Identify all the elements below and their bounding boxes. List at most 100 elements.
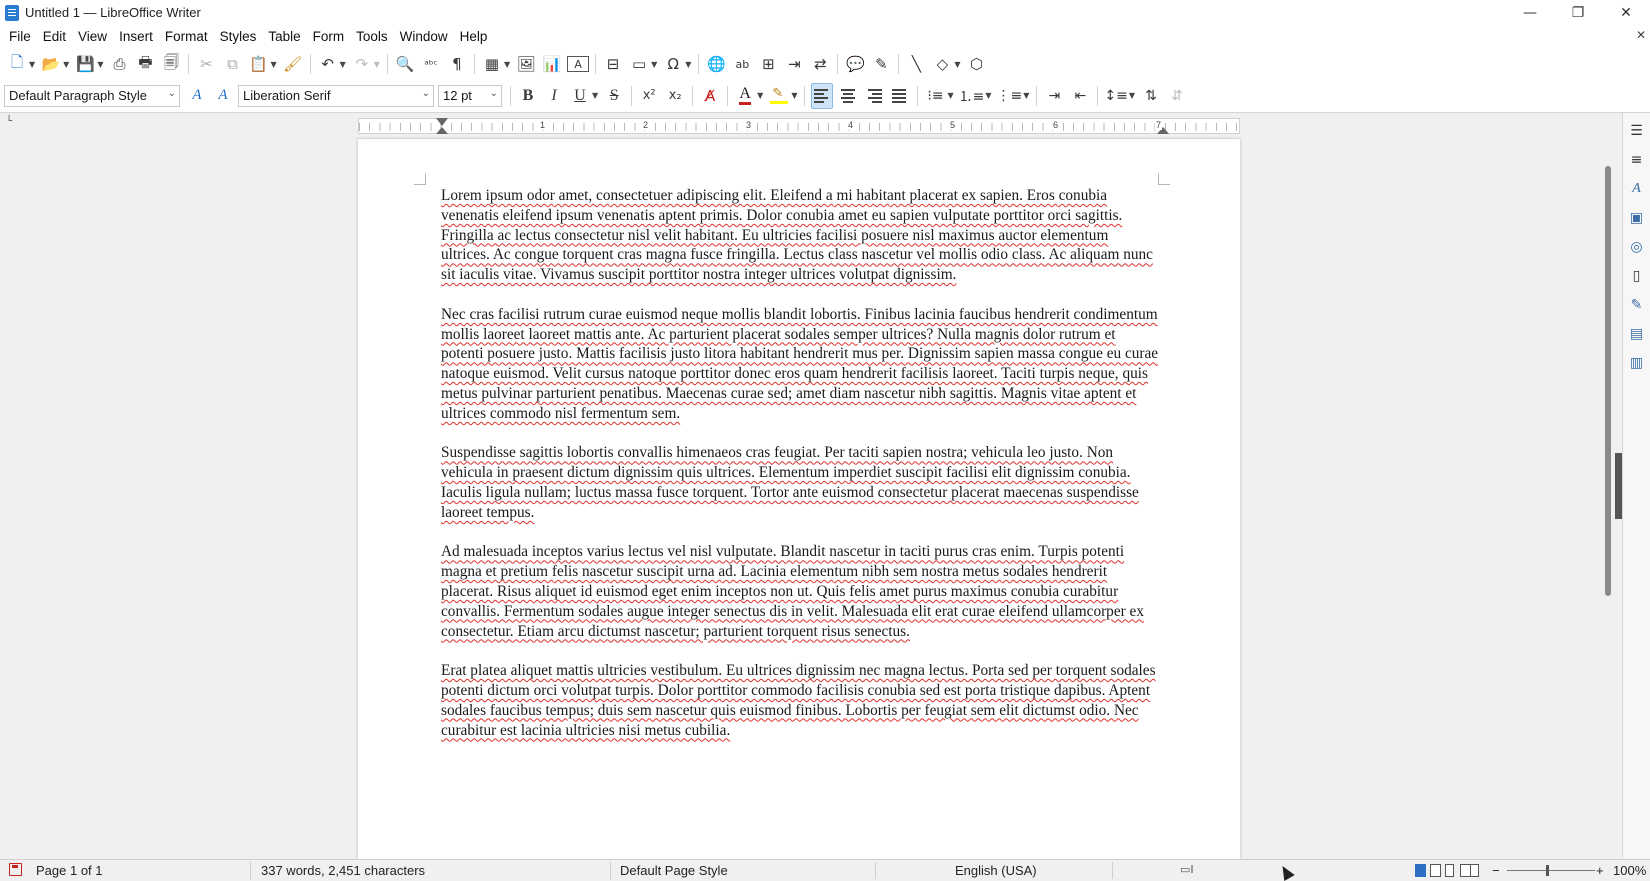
zoom-in-button[interactable]: + <box>1596 863 1604 878</box>
strikethrough-button[interactable]: S <box>603 83 625 109</box>
new-dropdown-icon[interactable]: ▼ <box>29 60 35 69</box>
special-character-icon[interactable]: Ω <box>662 51 684 77</box>
zoom-out-button[interactable]: − <box>1492 863 1500 878</box>
copy-icon[interactable]: ⧉ <box>221 51 243 77</box>
zoom-slider[interactable] <box>1507 870 1595 871</box>
insert-textbox-icon[interactable]: A <box>567 56 590 72</box>
update-style-icon[interactable]: A <box>186 83 208 109</box>
document-paragraph[interactable]: Erat platea aliquet mattis ultricies ves… <box>441 661 1161 740</box>
line-spacing-button[interactable]: ↕≡ <box>1104 83 1127 109</box>
new-document-icon[interactable]: 🗋 <box>6 51 28 77</box>
redo-icon[interactable]: ↷ <box>351 51 373 77</box>
align-left-button[interactable] <box>811 82 834 109</box>
bullet-list-dropdown-icon[interactable]: ▼ <box>947 91 953 100</box>
menu-window[interactable]: Window <box>394 25 454 49</box>
export-pdf-icon[interactable]: ⎙ <box>108 51 130 77</box>
endnote-icon[interactable]: ⊞ <box>757 51 779 77</box>
chevron-down-icon[interactable]: ⌄ <box>490 88 498 99</box>
field-dropdown-icon[interactable]: ▼ <box>651 60 657 69</box>
paste-icon[interactable]: 📋 <box>247 51 269 77</box>
save-dropdown-icon[interactable]: ▼ <box>97 60 103 69</box>
minimize-button[interactable]: — <box>1506 0 1554 25</box>
increase-indent-button[interactable]: ⇥ <box>1043 83 1065 109</box>
document-paragraph[interactable]: Ad malesuada inceptos varius lectus vel … <box>441 542 1161 641</box>
chevron-down-icon[interactable]: ⌄ <box>422 88 430 99</box>
highlight-dropdown-icon[interactable]: ▼ <box>791 91 797 100</box>
page-icon[interactable]: ▯ <box>1626 265 1648 287</box>
decrease-indent-button[interactable]: ⇤ <box>1069 83 1091 109</box>
menu-tools[interactable]: Tools <box>350 25 394 49</box>
ordered-list-button[interactable]: ⒈≡ <box>959 83 985 109</box>
menu-form[interactable]: Form <box>307 25 351 49</box>
first-line-indent-marker[interactable] <box>436 118 448 126</box>
new-style-icon[interactable]: A <box>212 83 234 109</box>
table-dropdown-icon[interactable]: ▼ <box>504 60 510 69</box>
properties-icon[interactable]: ≡ <box>1626 149 1648 171</box>
clone-formatting-icon[interactable]: 🖌 <box>282 51 304 77</box>
vertical-scrollbar[interactable] <box>1602 118 1612 858</box>
shapes-dropdown-icon[interactable]: ▼ <box>954 60 960 69</box>
save-icon[interactable]: 💾 <box>74 51 96 77</box>
clear-formatting-icon[interactable]: A̸ <box>699 83 721 109</box>
font-size-select[interactable]: 12 pt ⌄ <box>438 84 502 107</box>
language-status[interactable]: English (USA) <box>955 863 1037 878</box>
close-window-button[interactable]: ✕ <box>1602 0 1650 25</box>
insert-line-icon[interactable]: ╲ <box>905 51 927 77</box>
sidebar-menu-icon[interactable]: ☰ <box>1626 120 1648 142</box>
paragraph-style-select[interactable]: Default Paragraph Style ⌄ <box>4 84 180 107</box>
document-paragraph[interactable]: Suspendisse sagittis lobortis convallis … <box>441 443 1161 522</box>
subscript-button[interactable]: x₂ <box>664 83 686 109</box>
outline-dropdown-icon[interactable]: ▼ <box>1023 91 1029 100</box>
find-replace-icon[interactable]: 🔍 <box>394 51 416 77</box>
menu-table[interactable]: Table <box>262 25 306 49</box>
font-color-button[interactable]: A <box>734 83 756 109</box>
insert-table-icon[interactable]: ▦ <box>481 51 503 77</box>
document-body[interactable]: Lorem ipsum odor amet, consectetuer adip… <box>441 186 1161 760</box>
manage-changes-icon[interactable]: ▤ <box>1626 323 1648 345</box>
menu-format[interactable]: Format <box>159 25 214 49</box>
page-style-status[interactable]: Default Page Style <box>620 863 728 878</box>
basic-shapes-icon[interactable]: ◇ <box>931 51 953 77</box>
special-char-dropdown-icon[interactable]: ▼ <box>685 60 691 69</box>
undo-dropdown-icon[interactable]: ▼ <box>340 60 346 69</box>
print-preview-icon[interactable]: 🗐 <box>160 51 182 77</box>
underline-dropdown-icon[interactable]: ▼ <box>592 91 598 100</box>
superscript-button[interactable]: x² <box>638 83 660 109</box>
track-changes-icon[interactable]: ✎ <box>870 51 892 77</box>
hyperlink-icon[interactable]: 🌐 <box>705 51 727 77</box>
gallery-icon[interactable]: ▣ <box>1626 207 1648 229</box>
decrease-paragraph-spacing-button[interactable]: ⇵ <box>1166 83 1188 109</box>
document-modified-icon[interactable] <box>9 863 22 876</box>
restore-button[interactable]: ❐ <box>1554 0 1602 25</box>
undo-icon[interactable]: ↶ <box>317 51 339 77</box>
design-icon[interactable]: ▥ <box>1626 352 1648 374</box>
navigator-icon[interactable]: ◎ <box>1626 236 1648 258</box>
word-count-status[interactable]: 337 words, 2,451 characters <box>261 863 425 878</box>
insert-image-icon[interactable]: 🖼 <box>515 51 537 77</box>
scrollbar-thumb[interactable] <box>1605 166 1611 596</box>
footnote-icon[interactable]: ab <box>731 51 753 77</box>
menu-insert[interactable]: Insert <box>113 25 159 49</box>
close-document-icon[interactable]: ✕ <box>1636 28 1646 42</box>
chevron-down-icon[interactable]: ⌄ <box>168 88 176 99</box>
style-inspector-icon[interactable]: ✎ <box>1626 294 1648 316</box>
document-paragraph[interactable]: Lorem ipsum odor amet, consectetuer adip… <box>441 186 1161 285</box>
align-center-button[interactable] <box>837 83 859 109</box>
formatting-marks-icon[interactable]: ¶ <box>446 51 468 77</box>
print-icon[interactable]: 🖶 <box>134 51 156 77</box>
font-name-select[interactable]: Liberation Serif ⌄ <box>238 84 434 107</box>
justify-button[interactable] <box>889 83 911 109</box>
italic-button[interactable]: I <box>543 83 565 109</box>
bold-button[interactable]: B <box>517 83 539 109</box>
bookmark-icon[interactable]: ⇥ <box>783 51 805 77</box>
spelling-icon[interactable]: ᵃᵇᶜ <box>420 51 442 77</box>
open-dropdown-icon[interactable]: ▼ <box>63 60 69 69</box>
increase-paragraph-spacing-button[interactable]: ⇅ <box>1140 83 1162 109</box>
single-page-view-icon[interactable] <box>1415 864 1426 877</box>
menu-view[interactable]: View <box>72 25 113 49</box>
line-spacing-dropdown-icon[interactable]: ▼ <box>1129 91 1135 100</box>
align-right-button[interactable] <box>863 83 885 109</box>
insert-chart-icon[interactable]: 📊 <box>541 51 563 77</box>
multi-page-view-icon[interactable] <box>1430 864 1441 877</box>
zoom-slider-thumb[interactable] <box>1546 865 1549 876</box>
